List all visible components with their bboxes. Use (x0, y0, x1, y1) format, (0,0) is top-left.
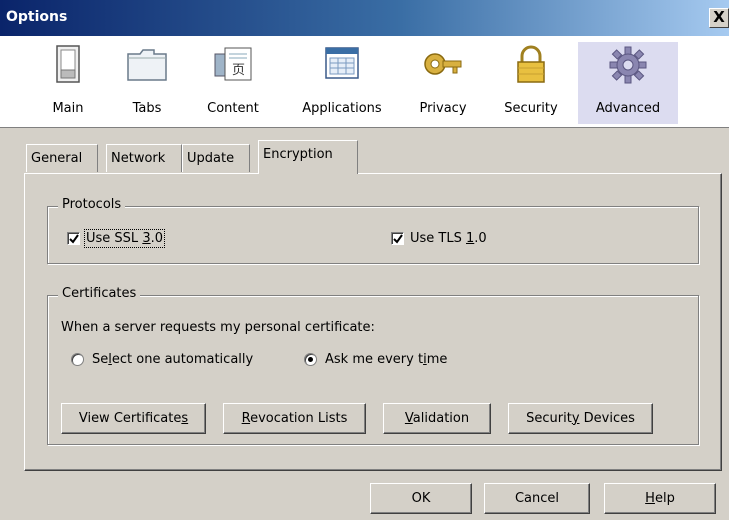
ssl3-label: Use SSL 3.0 (84, 229, 165, 248)
advanced-gear-icon (609, 46, 647, 84)
toolbar-label-content: Content (207, 101, 259, 116)
toolbar-label-advanced: Advanced (595, 101, 661, 116)
category-toolbar: Main Tabs 页 Content Applications Privacy… (0, 36, 729, 128)
toolbar-item-applications[interactable]: Applications (292, 42, 392, 124)
radio-ask-every-time-label: Ask me every time (325, 352, 448, 367)
toolbar-label-security: Security (504, 101, 558, 116)
content-page-icon: 页 (214, 47, 252, 81)
toolbar-label-tabs: Tabs (132, 101, 162, 116)
revocation-lists-button[interactable]: Revocation Lists (223, 403, 366, 434)
privacy-key-icon (424, 53, 462, 75)
protocols-legend: Protocols (58, 197, 126, 212)
protocols-group: Protocols Use SSL 3.0 Use TLS 1.0 (47, 197, 699, 264)
svg-text:页: 页 (232, 63, 245, 78)
certificates-group: Certificates When a server requests my p… (47, 286, 699, 445)
checkmark-icon (393, 234, 403, 244)
tab-update-label: Update (187, 151, 235, 166)
tab-general[interactable]: General (26, 144, 98, 172)
tls1-checkbox[interactable] (391, 232, 404, 245)
certificate-prompt: When a server requests my personal certi… (61, 320, 375, 335)
tabs-folder-icon (127, 49, 167, 81)
certificates-legend: Certificates (58, 286, 141, 301)
toolbar-item-content[interactable]: 页 Content (198, 42, 268, 124)
view-certificates-button[interactable]: View Certificates (61, 403, 206, 434)
toolbar-item-tabs[interactable]: Tabs (122, 42, 172, 124)
toolbar-label-main: Main (52, 101, 84, 116)
radio-select-automatically-button[interactable] (71, 353, 84, 366)
toolbar-item-main[interactable]: Main (42, 42, 94, 124)
tab-encryption[interactable]: Encryption (258, 140, 358, 174)
toolbar-item-privacy[interactable]: Privacy (410, 42, 476, 124)
tab-general-label: General (31, 151, 83, 166)
ssl3-checkbox-row[interactable]: Use SSL 3.0 (67, 229, 165, 248)
radio-select-automatically[interactable]: Select one automatically (71, 352, 253, 367)
window-title: Options (6, 9, 68, 25)
help-button[interactable]: Help (604, 483, 716, 514)
radio-ask-every-time-button[interactable] (304, 353, 317, 366)
main-switch-icon (56, 45, 80, 83)
security-devices-button[interactable]: Security Devices (508, 403, 653, 434)
validation-button[interactable]: Validation (383, 403, 491, 434)
encryption-panel: Protocols Use SSL 3.0 Use TLS 1.0 Certif… (24, 173, 722, 471)
tab-network-label: Network (111, 151, 166, 166)
ok-button[interactable]: OK (370, 483, 472, 514)
close-button[interactable]: X (709, 8, 729, 28)
cancel-button[interactable]: Cancel (484, 483, 590, 514)
toolbar-item-advanced[interactable]: Advanced (578, 42, 678, 124)
toolbar-item-security[interactable]: Security (496, 42, 566, 124)
security-lock-icon (517, 45, 545, 83)
radio-ask-every-time[interactable]: Ask me every time (304, 352, 447, 367)
ssl3-checkbox[interactable] (67, 232, 80, 245)
tls1-checkbox-row[interactable]: Use TLS 1.0 (391, 231, 487, 246)
applications-window-icon (325, 47, 359, 79)
toolbar-label-privacy: Privacy (419, 101, 467, 116)
radio-select-automatically-label: Select one automatically (92, 352, 254, 367)
tls1-label: Use TLS 1.0 (410, 231, 487, 246)
title-bar: Options X (0, 0, 729, 36)
tab-encryption-label: Encryption (263, 147, 333, 162)
toolbar-label-applications: Applications (302, 101, 382, 116)
tab-network[interactable]: Network (106, 144, 182, 172)
tab-update[interactable]: Update (182, 144, 250, 172)
checkmark-icon (69, 234, 79, 244)
